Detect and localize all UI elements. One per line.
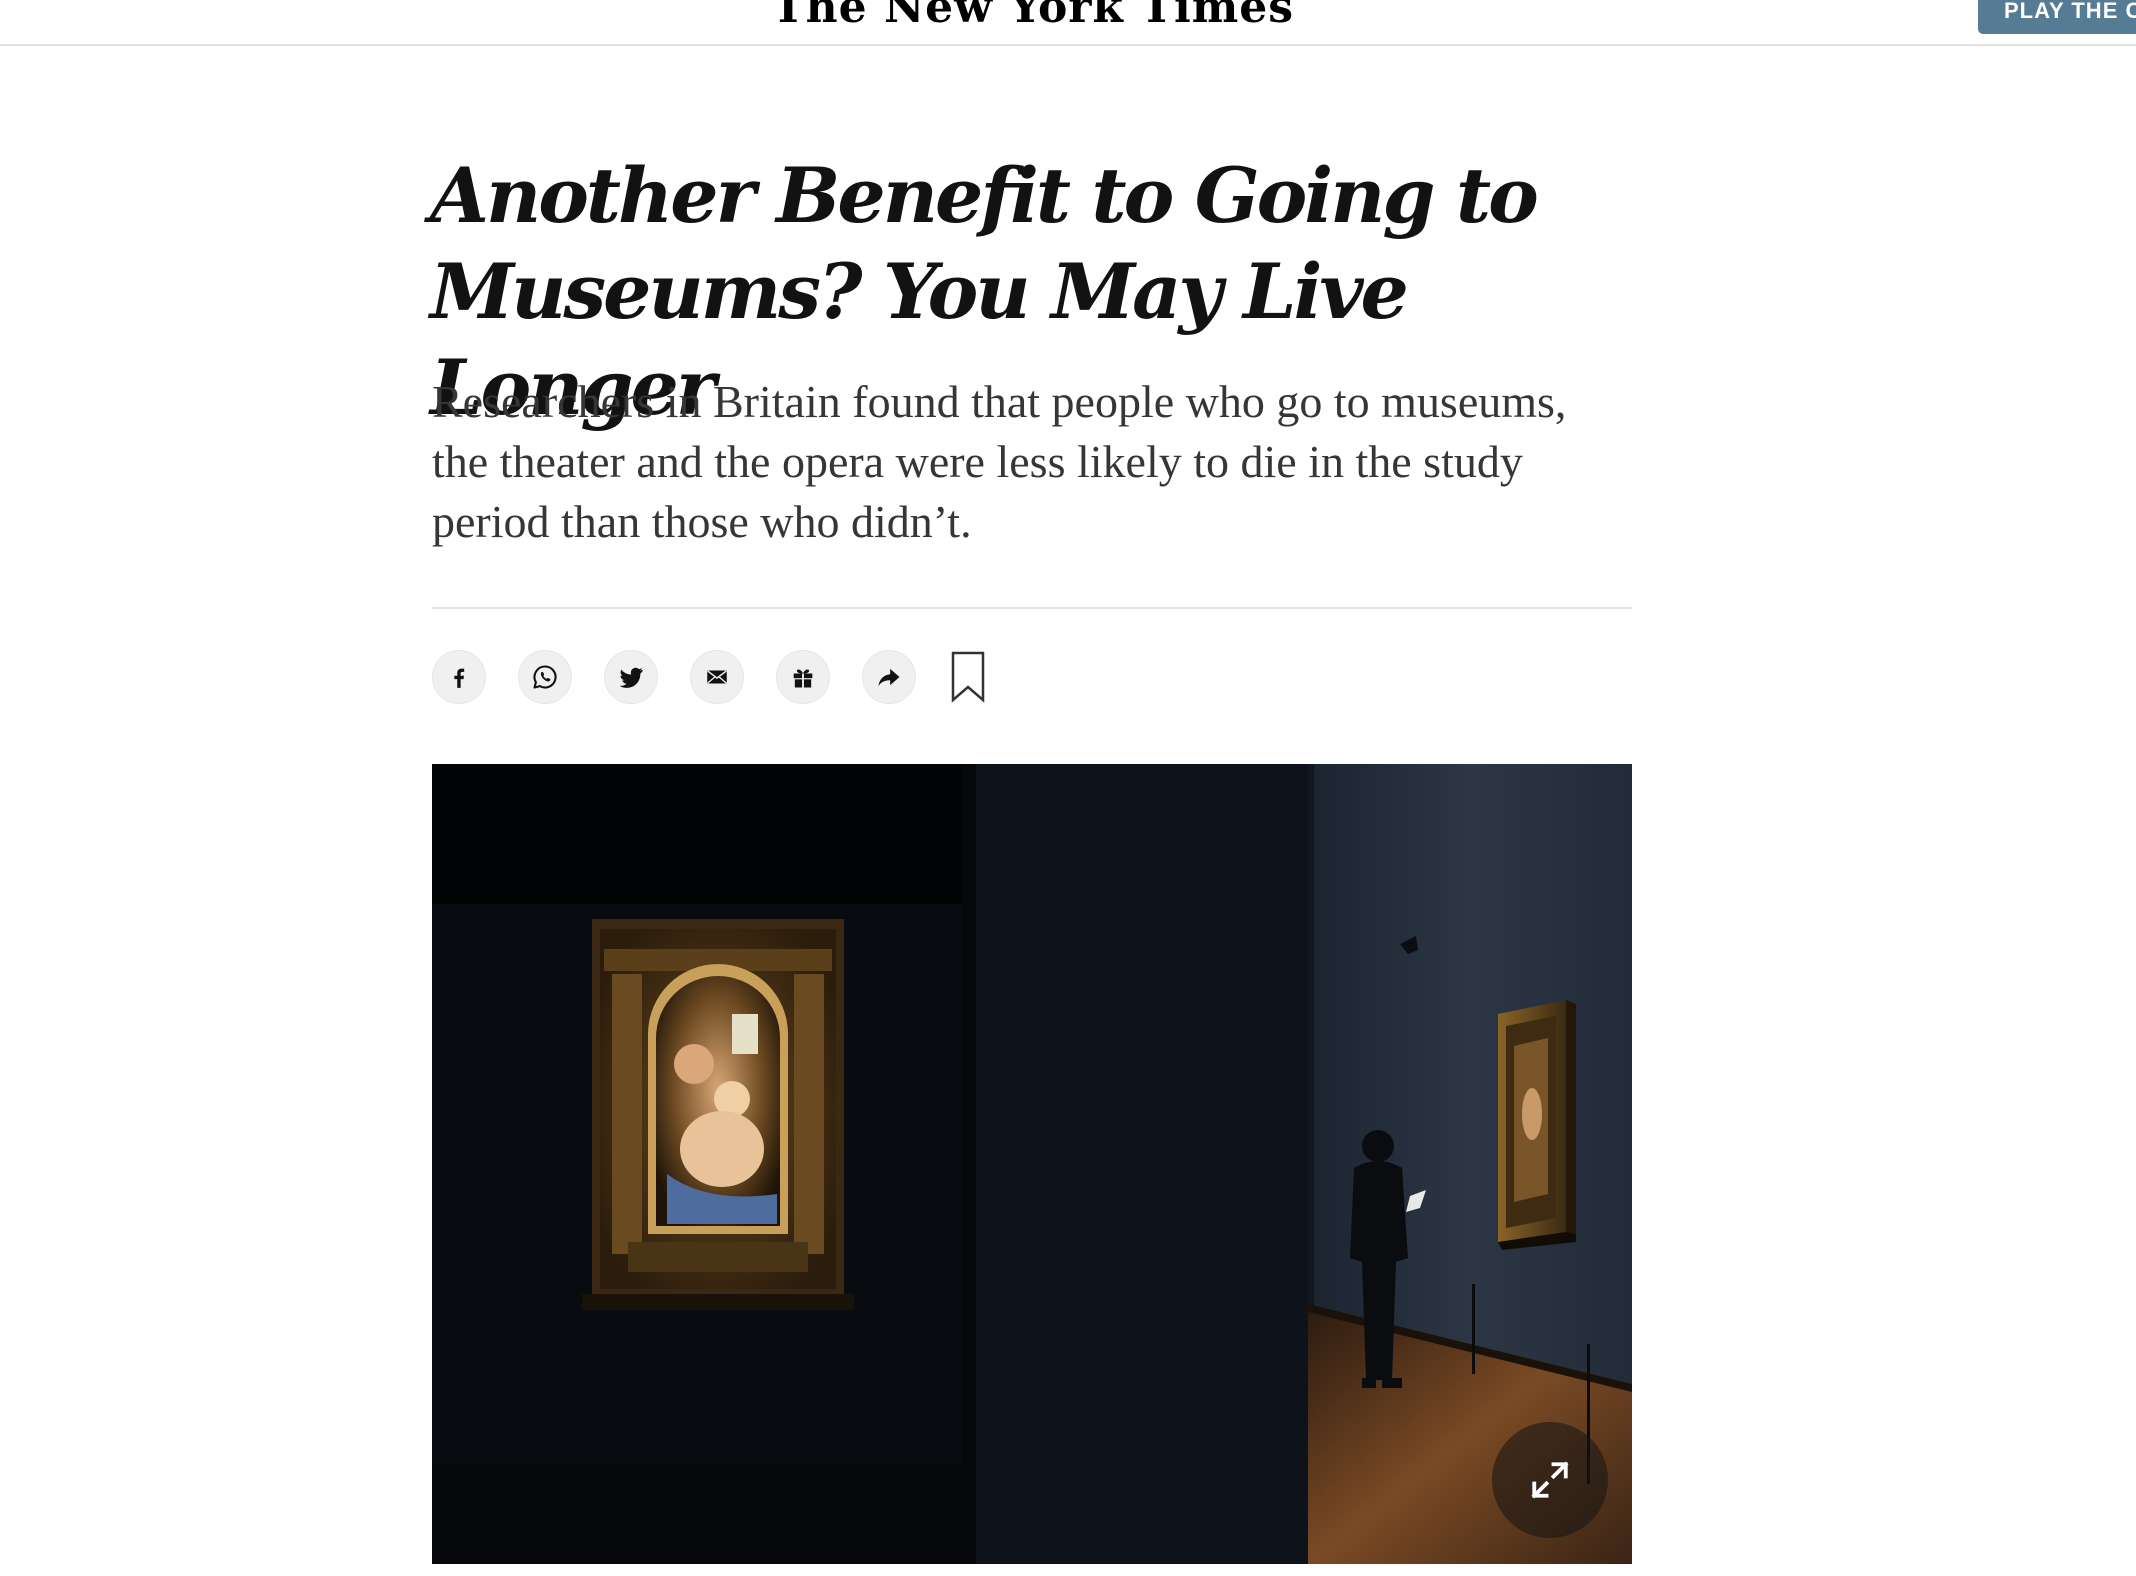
share-arrow-icon [878, 668, 900, 687]
facebook-icon [454, 668, 465, 688]
gift-icon [793, 669, 813, 688]
twitter-icon [619, 667, 643, 688]
whatsapp-icon [533, 665, 557, 689]
whatsapp-share-button[interactable] [518, 650, 572, 704]
play-game-button[interactable]: PLAY THE C [1978, 0, 2136, 34]
save-article-button[interactable] [948, 649, 988, 705]
email-share-button[interactable] [690, 650, 744, 704]
gift-article-button[interactable] [776, 650, 830, 704]
masthead: The New York Times PLAY THE C [0, 0, 2136, 46]
more-share-button[interactable] [862, 650, 916, 704]
expand-image-button[interactable] [1492, 1422, 1608, 1538]
divider [432, 607, 1632, 609]
lead-photo[interactable] [432, 764, 1632, 1564]
facebook-share-button[interactable] [432, 650, 486, 704]
nyt-logo[interactable]: The New York Times [0, 0, 2066, 33]
email-icon [707, 670, 727, 684]
expand-icon [1531, 1461, 1569, 1499]
twitter-share-button[interactable] [604, 650, 658, 704]
museum-gallery-image [432, 764, 1632, 1564]
article-summary: Researchers in Britain found that people… [432, 376, 1567, 547]
bookmark-icon [951, 651, 985, 703]
share-toolbar [432, 649, 988, 705]
